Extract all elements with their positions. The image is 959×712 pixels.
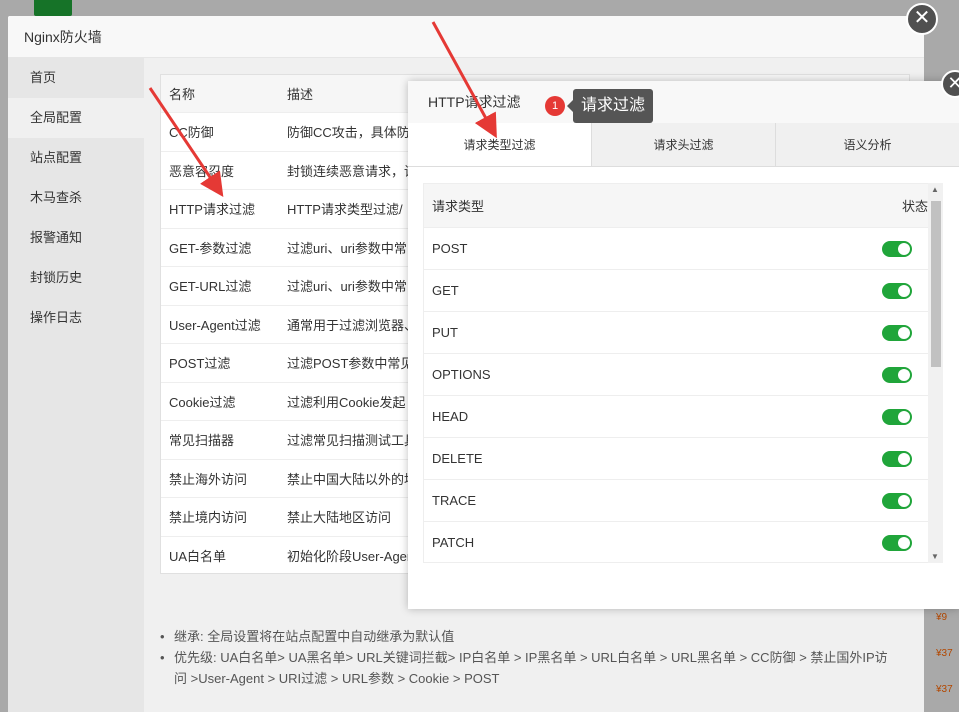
arrow-to-http-filter bbox=[148, 87, 224, 197]
annotation-arrows bbox=[148, 21, 497, 197]
arrow-to-request-type-tab bbox=[431, 21, 497, 139]
